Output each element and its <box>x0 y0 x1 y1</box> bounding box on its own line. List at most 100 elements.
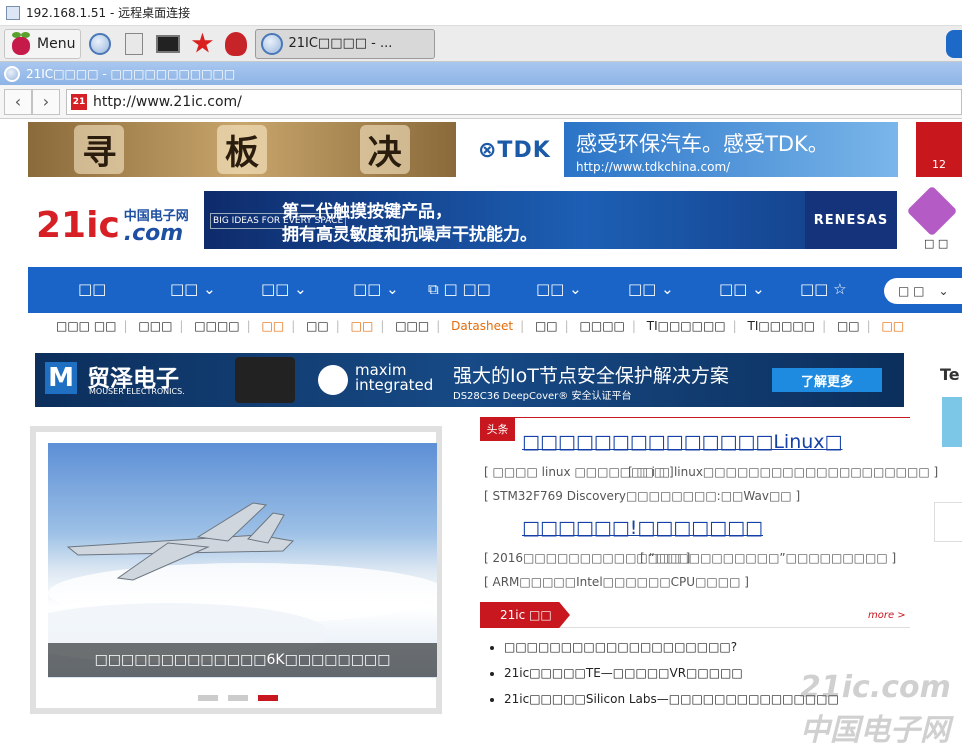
headline-tag: 头条 <box>480 417 515 441</box>
tdk-url: http://www.tdkchina.com/ <box>576 160 731 174</box>
chip-image <box>235 357 295 403</box>
tdk-headline: 感受环保汽车。感受TDK。 <box>576 132 829 156</box>
section-tab[interactable]: 21ic □□ <box>480 602 570 628</box>
watermark: 21ic.com 中国电子网 <box>800 670 951 748</box>
key-label: □ □ <box>924 237 949 250</box>
chevron-down-icon: ⌄ <box>569 280 582 298</box>
remote-desktop-icon <box>6 5 20 20</box>
forward-button[interactable]: › <box>32 88 60 115</box>
mouser-sub: DS28C36 DeepCover® 安全认证平台 <box>453 391 632 402</box>
subnav-link[interactable]: TI□□□□□ <box>748 319 816 333</box>
subnav-link[interactable]: □□□□ <box>580 319 625 333</box>
chevron-down-icon: ⌄ <box>386 280 399 298</box>
taskbar: Menu 21IC□□□□ - ... <box>0 26 962 62</box>
chevron-down-icon: ⌄ <box>294 280 307 298</box>
remote-desktop-titlebar: 192.168.1.51 - 远程桌面连接 <box>0 0 962 26</box>
ad-banner-xunban[interactable]: 寻 板 决 <box>28 122 456 177</box>
headline-link[interactable]: □□□□□□□□□□□□□□Linux□ <box>522 431 842 453</box>
mouser-headline: 强大的IoT节点安全保护解决方案 <box>453 365 729 387</box>
nav-item[interactable]: □□ ⌄ <box>353 280 399 298</box>
list-item[interactable]: 21ic□□□□□Silicon Labs—□□□□□□□□□□□□□□□ <box>490 692 839 706</box>
nav-item[interactable]: □□ ⌄ <box>261 280 307 298</box>
chevron-down-icon: ⌄ <box>203 280 216 298</box>
remote-desktop-title: 192.168.1.51 - 远程桌面连接 <box>26 6 191 20</box>
headline-divider <box>515 417 910 418</box>
subnav-link[interactable]: □□ <box>351 319 374 333</box>
logo-mark: 21ic <box>36 205 120 246</box>
mathematica-icon[interactable] <box>187 29 217 59</box>
subnav-link[interactable]: □□□ □□ <box>56 319 117 333</box>
taskbar-window-label: 21IC□□□□ - ... <box>288 36 393 51</box>
file-manager-icon[interactable] <box>119 29 149 59</box>
nav-item[interactable]: □□ ⌄ <box>719 280 765 298</box>
side-clip-text: Te <box>940 365 960 384</box>
headline-link[interactable]: □□□□□□!□□□□□□□ <box>522 517 763 539</box>
main-nav: □□ □□ ⌄ □□ ⌄ □□ ⌄ ⧉ □ □□ □□ ⌄ □□ ⌄ □□ ⌄ … <box>28 267 962 313</box>
chevron-down-icon: ⌄ <box>938 284 949 298</box>
ad-char: 寻 <box>74 125 125 174</box>
learn-more-button[interactable]: 了解更多 <box>772 368 882 392</box>
back-button[interactable]: ‹ <box>4 88 32 115</box>
browser-title-icon <box>4 65 20 82</box>
start-menu-button[interactable]: Menu <box>4 28 82 59</box>
url-text: http://www.21ic.com/ <box>93 93 242 110</box>
wolfram-icon[interactable] <box>221 29 251 59</box>
tdk-logo[interactable]: ⊗TDK <box>478 138 551 163</box>
sub-headline-link[interactable]: [ STM32F769 Discovery□□□□□□□□:□□Wav□□ ] <box>484 489 800 503</box>
subnav-link[interactable]: TI□□□□□□ <box>647 319 726 333</box>
subnav-link[interactable]: □□ <box>262 319 285 333</box>
side-clip-box <box>934 502 962 542</box>
side-clip-image <box>942 397 962 447</box>
terminal-icon[interactable] <box>153 29 183 59</box>
ad-banner-red[interactable]: 12 <box>916 122 962 177</box>
nav-item[interactable]: □□ ⌄ <box>536 280 582 298</box>
sub-nav: □□□ □□ | □□□ | □□□□ | □□ | □□ | □□ | □□□ | Data… <box>56 319 905 333</box>
chevron-down-icon: ⌄ <box>752 280 765 298</box>
list-item[interactable]: □□□□□□□□□□□□□□□□□□□□? <box>490 640 737 654</box>
ad-banner-mouser[interactable]: M 贸泽电子 MOUSER ELECTRONICS. maxim integra… <box>35 353 904 407</box>
url-input[interactable]: 21 http://www.21ic.com/ <box>66 88 962 115</box>
list-item[interactable]: 21ic□□□□□TE—□□□□□VR□□□□□ <box>490 666 743 680</box>
address-bar: ‹ › 21 http://www.21ic.com/ <box>0 85 962 119</box>
browser-window-icon <box>261 32 284 55</box>
subnav-link[interactable]: □□ <box>882 319 905 333</box>
key-icon[interactable] <box>906 185 958 237</box>
site-favicon: 21 <box>71 93 87 110</box>
sub-headline-link[interactable]: [ □ i □ linux□□□□□□□□□□□□□□□□□□□□ ] <box>628 465 938 479</box>
sub-headline-link[interactable]: [ “□□□□□□□□□□□”□□□□□□□□□ ] <box>640 551 896 565</box>
chat-icon: ⧉ <box>428 280 439 298</box>
nav-item[interactable]: □□ ⌄ <box>170 280 216 298</box>
search-select[interactable]: □ □ ⌄ <box>884 278 962 304</box>
nav-item[interactable]: □□ ⌄ <box>628 280 674 298</box>
site-logo[interactable]: 21ic 中国电子网 .com <box>36 205 189 246</box>
carousel-dot[interactable] <box>228 695 248 701</box>
subnav-link[interactable]: □□ <box>837 319 860 333</box>
ad-banner-renesas[interactable]: BIG IDEAS FOR EVERY SPACE 第二代触摸按键产品， 拥有高… <box>204 191 897 249</box>
start-menu-label: Menu <box>37 35 76 52</box>
ad-char: 决 <box>359 125 410 174</box>
nav-item[interactable]: □□ ☆ <box>800 280 847 298</box>
right-sidebar-clipped: Te <box>932 357 962 720</box>
carousel-dot-active[interactable] <box>258 695 278 701</box>
renesas-line1: 第二代触摸按键产品， <box>282 202 452 222</box>
subnav-link[interactable]: □□□ <box>395 319 429 333</box>
subnav-link[interactable]: Datasheet <box>451 319 513 333</box>
subnav-link[interactable]: □□ <box>535 319 558 333</box>
nav-item[interactable]: □□ <box>78 280 106 298</box>
nav-item[interactable]: ⧉ □ □□ <box>428 280 491 298</box>
bluetooth-icon[interactable] <box>946 30 962 58</box>
browser-launcher-icon[interactable] <box>85 29 115 59</box>
more-link[interactable]: more > <box>868 610 906 621</box>
carousel-dot[interactable] <box>198 695 218 701</box>
mouser-logo-icon: M <box>45 362 77 394</box>
taskbar-window-browser[interactable]: 21IC□□□□ - ... <box>255 28 436 59</box>
ad-banner-tdk[interactable]: 感受环保汽车。感受TDK。 http://www.tdkchina.com/ <box>564 122 898 177</box>
subnav-link[interactable]: □□ <box>306 319 329 333</box>
carousel-caption[interactable]: □□□□□□□□□□□□□6K□□□□□□□□ <box>48 643 437 677</box>
subnav-link[interactable]: □□□ <box>138 319 172 333</box>
logo-com: .com <box>123 221 184 246</box>
mouser-en: MOUSER ELECTRONICS. <box>89 387 185 396</box>
sub-headline-link[interactable]: [ ARM□□□□□Intel□□□□□□CPU□□□□ ] <box>484 575 749 589</box>
subnav-link[interactable]: □□□□ <box>194 319 239 333</box>
maxim-name: maxim integrated <box>355 361 434 394</box>
